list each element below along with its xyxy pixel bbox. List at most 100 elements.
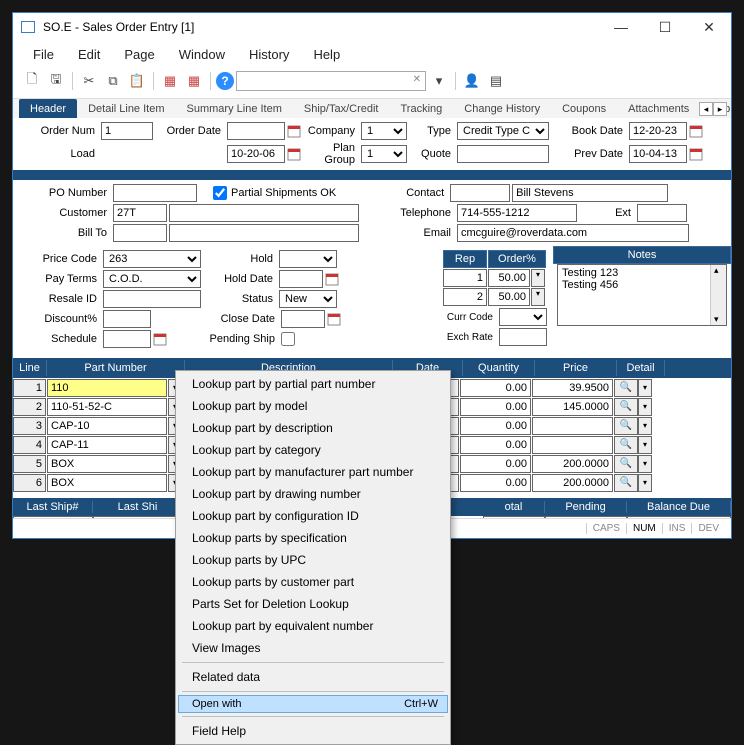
tab-summary[interactable]: Summary Line Item	[176, 99, 293, 118]
cell-price[interactable]: 39.9500	[532, 379, 613, 397]
ctx-open-with[interactable]: Open withCtrl+W	[178, 695, 448, 713]
grid2-icon[interactable]: ▦	[183, 70, 205, 92]
cell-price[interactable]: 200.0000	[532, 474, 613, 492]
contact-code-input[interactable]	[450, 184, 510, 202]
save-icon[interactable]: 🖫	[45, 70, 67, 92]
ctx-lookup-spec[interactable]: Lookup parts by specification	[178, 527, 448, 549]
chevron-down-icon[interactable]: ▾	[638, 398, 652, 416]
cell-qty[interactable]: 0.00	[460, 474, 531, 492]
user-search-icon[interactable]: 👤	[461, 70, 483, 92]
ctx-lookup-mfr[interactable]: Lookup part by manufacturer part number	[178, 461, 448, 483]
cell-part[interactable]: CAP-10	[47, 417, 167, 435]
chevron-down-icon[interactable]: ▾	[531, 288, 545, 306]
magnifier-icon[interactable]: 🔍	[614, 417, 638, 435]
contact-name-input[interactable]	[512, 184, 668, 202]
ctx-lookup-drawing[interactable]: Lookup part by drawing number	[178, 483, 448, 505]
calendar-icon[interactable]	[689, 147, 703, 161]
load-input[interactable]	[227, 145, 285, 163]
resale-id-input[interactable]	[103, 290, 201, 308]
cell-part[interactable]: 110	[47, 379, 167, 397]
close-button[interactable]: ✕	[687, 13, 731, 41]
chevron-down-icon[interactable]: ▾	[638, 455, 652, 473]
close-date-input[interactable]	[281, 310, 325, 328]
discount-input[interactable]	[103, 310, 151, 328]
cell-qty[interactable]: 0.00	[460, 455, 531, 473]
cut-icon[interactable]: ✂	[78, 70, 100, 92]
tab-coupons[interactable]: Coupons	[551, 99, 617, 118]
search-dropdown-icon[interactable]: ▾	[428, 70, 450, 92]
tab-next-icon[interactable]: ▸	[713, 102, 727, 116]
order-date-input[interactable]	[227, 122, 285, 140]
tab-change[interactable]: Change History	[453, 99, 551, 118]
magnifier-icon[interactable]: 🔍	[614, 398, 638, 416]
company-select[interactable]: 1	[361, 122, 407, 140]
cell-price[interactable]: 200.0000	[532, 455, 613, 473]
ctx-field-help[interactable]: Field Help	[178, 720, 448, 742]
hold-date-input[interactable]	[279, 270, 323, 288]
chevron-down-icon[interactable]: ▾	[638, 379, 652, 397]
pct1-input[interactable]	[488, 269, 530, 287]
telephone-input[interactable]	[457, 204, 577, 222]
new-icon[interactable]: 🗋	[21, 70, 43, 92]
tab-prev-icon[interactable]: ◂	[699, 102, 713, 116]
tab-attach[interactable]: Attachments	[617, 99, 700, 118]
ctx-lookup-upc[interactable]: Lookup parts by UPC	[178, 549, 448, 571]
cell-price[interactable]	[532, 417, 613, 435]
po-number-input[interactable]	[113, 184, 197, 202]
rep2-input[interactable]	[443, 288, 487, 306]
magnifier-icon[interactable]: 🔍	[614, 379, 638, 397]
hold-select[interactable]	[279, 250, 337, 268]
tab-ship[interactable]: Ship/Tax/Credit	[293, 99, 390, 118]
pending-ship-checkbox[interactable]	[281, 332, 295, 346]
calendar-icon[interactable]	[287, 147, 301, 161]
bill-to-name-input[interactable]	[169, 224, 359, 242]
ctx-lookup-category[interactable]: Lookup part by category	[178, 439, 448, 461]
email-input[interactable]	[457, 224, 689, 242]
prev-date-input[interactable]	[629, 145, 687, 163]
menu-history[interactable]: History	[239, 45, 299, 64]
status-select[interactable]: New	[279, 290, 337, 308]
menu-file[interactable]: File	[23, 45, 64, 64]
ctx-view-images[interactable]: View Images	[178, 637, 448, 659]
layout-icon[interactable]: ▤	[485, 70, 507, 92]
magnifier-icon[interactable]: 🔍	[614, 436, 638, 454]
scrollbar[interactable]	[710, 265, 726, 325]
cell-qty[interactable]: 0.00	[460, 436, 531, 454]
order-num-input[interactable]	[101, 122, 153, 140]
schedule-input[interactable]	[103, 330, 151, 348]
cell-part[interactable]: 110-51-52-C	[47, 398, 167, 416]
price-code-select[interactable]: 263	[103, 250, 201, 268]
calendar-icon[interactable]	[327, 312, 341, 326]
customer-input[interactable]	[113, 204, 167, 222]
book-date-input[interactable]	[629, 122, 687, 140]
type-select[interactable]: Credit Type C	[457, 122, 549, 140]
quote-input[interactable]	[457, 145, 549, 163]
pct2-input[interactable]	[488, 288, 530, 306]
plan-group-select[interactable]: 1	[361, 145, 407, 163]
tab-detail[interactable]: Detail Line Item	[77, 99, 175, 118]
exch-rate-input[interactable]	[499, 328, 547, 346]
calendar-icon[interactable]	[287, 124, 301, 138]
ctx-lookup-config[interactable]: Lookup part by configuration ID	[178, 505, 448, 527]
magnifier-icon[interactable]: 🔍	[614, 455, 638, 473]
calendar-icon[interactable]	[153, 332, 167, 346]
partial-shipments-checkbox[interactable]	[213, 186, 227, 200]
ctx-lookup-description[interactable]: Lookup part by description	[178, 417, 448, 439]
rep1-input[interactable]	[443, 269, 487, 287]
menu-page[interactable]: Page	[114, 45, 164, 64]
chevron-down-icon[interactable]: ▾	[638, 436, 652, 454]
chevron-down-icon[interactable]: ▾	[638, 417, 652, 435]
notes-textarea[interactable]: Testing 123 Testing 456	[557, 264, 727, 326]
calendar-icon[interactable]	[689, 124, 703, 138]
chevron-down-icon[interactable]: ▾	[531, 269, 545, 287]
ctx-lookup-partial[interactable]: Lookup part by partial part number	[178, 373, 448, 395]
paste-icon[interactable]: 📋	[126, 70, 148, 92]
ctx-lookup-model[interactable]: Lookup part by model	[178, 395, 448, 417]
search-input[interactable]	[236, 71, 426, 91]
tab-header[interactable]: Header	[19, 99, 77, 118]
menu-edit[interactable]: Edit	[68, 45, 110, 64]
copy-icon[interactable]: ⧉	[102, 70, 124, 92]
cell-part[interactable]: CAP-11	[47, 436, 167, 454]
bill-to-input[interactable]	[113, 224, 167, 242]
customer-name-input[interactable]	[169, 204, 359, 222]
